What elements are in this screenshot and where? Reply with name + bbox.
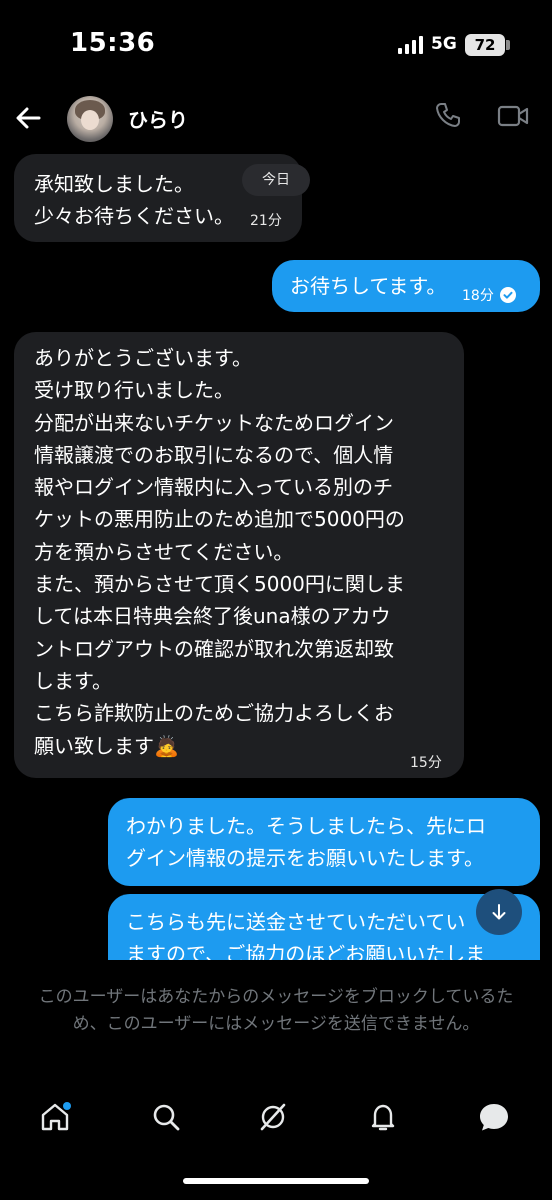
search-icon[interactable] xyxy=(149,1100,183,1134)
network-type: 5G xyxy=(431,34,457,54)
grok-icon[interactable] xyxy=(256,1100,290,1134)
message-line: 分配が出来ないチケットなためログイン xyxy=(34,410,394,435)
message-timestamp: 21分 xyxy=(250,210,282,230)
message-timestamp: 18分 xyxy=(462,285,516,305)
phone-icon[interactable] xyxy=(433,100,463,130)
message-line: グイン情報の提示をお願いいたします。 xyxy=(126,846,484,871)
timestamp-text: 18分 xyxy=(462,288,494,304)
message-line: 願い致します🙇 xyxy=(34,733,179,758)
message-line: 情報譲渡でのお取引になるので、個人情 xyxy=(34,442,394,467)
battery-indicator: 72 xyxy=(465,34,505,56)
timestamp-text: 21分 xyxy=(250,213,282,229)
timestamp-text: 15分 xyxy=(410,755,442,771)
scroll-to-bottom-button[interactable] xyxy=(476,889,522,935)
back-arrow-icon[interactable] xyxy=(12,102,44,134)
contact-name[interactable]: ひらり xyxy=(128,104,188,133)
cellular-signal-icon xyxy=(398,36,423,54)
message-line: 方を預からさせてください。 xyxy=(34,539,294,564)
status-bar: 15:36 5G 72 xyxy=(0,0,552,90)
message-line: します。 xyxy=(34,668,112,693)
message-line: ケットの悪用防止のため追加で5000円の xyxy=(34,507,405,532)
video-icon[interactable] xyxy=(497,102,529,130)
outgoing-message[interactable]: わかりました。そうしましたら、先にロ グイン情報の提示をお願いいたします。 xyxy=(108,798,540,886)
avatar-face xyxy=(81,110,99,130)
message-line: こちら詐欺防止のためご協力よろしくお xyxy=(34,701,394,726)
tab-bar xyxy=(0,1088,552,1148)
message-line: しては本日特典会終了後una様のアカウ xyxy=(34,604,391,629)
blocked-notice: このユーザーはあなたからのメッセージをブロックしているため、このユーザーにはメッ… xyxy=(38,987,514,1034)
home-notification-dot xyxy=(63,1102,71,1110)
avatar[interactable] xyxy=(67,96,113,142)
read-check-icon xyxy=(499,287,516,303)
conversation-header: ひらり xyxy=(0,90,552,150)
message-line: 受け取り行いました。 xyxy=(34,378,234,403)
message-line: わかりました。そうしましたら、先にロ xyxy=(126,814,486,838)
message-line: ありがとうございます。 xyxy=(34,346,252,370)
message-line: また、預からさせて頂く5000円に関しま xyxy=(34,572,405,597)
battery-cap xyxy=(506,40,510,50)
arrow-down-icon xyxy=(492,904,506,920)
notifications-icon[interactable] xyxy=(366,1100,400,1134)
status-time: 15:36 xyxy=(70,28,156,58)
message-timestamp: 15分 xyxy=(410,752,442,772)
message-line: ントログアウトの確認が取れ次第返却致 xyxy=(34,636,394,661)
home-indicator xyxy=(183,1178,369,1184)
messages-icon[interactable] xyxy=(477,1100,511,1134)
message-line: 報やログイン情報内に入っている別のチ xyxy=(34,475,393,500)
incoming-message[interactable]: ありがとうございます。 受け取り行いました。 分配が出来ないチケットなためログイ… xyxy=(14,332,464,778)
date-separator: 今日 xyxy=(242,164,310,196)
